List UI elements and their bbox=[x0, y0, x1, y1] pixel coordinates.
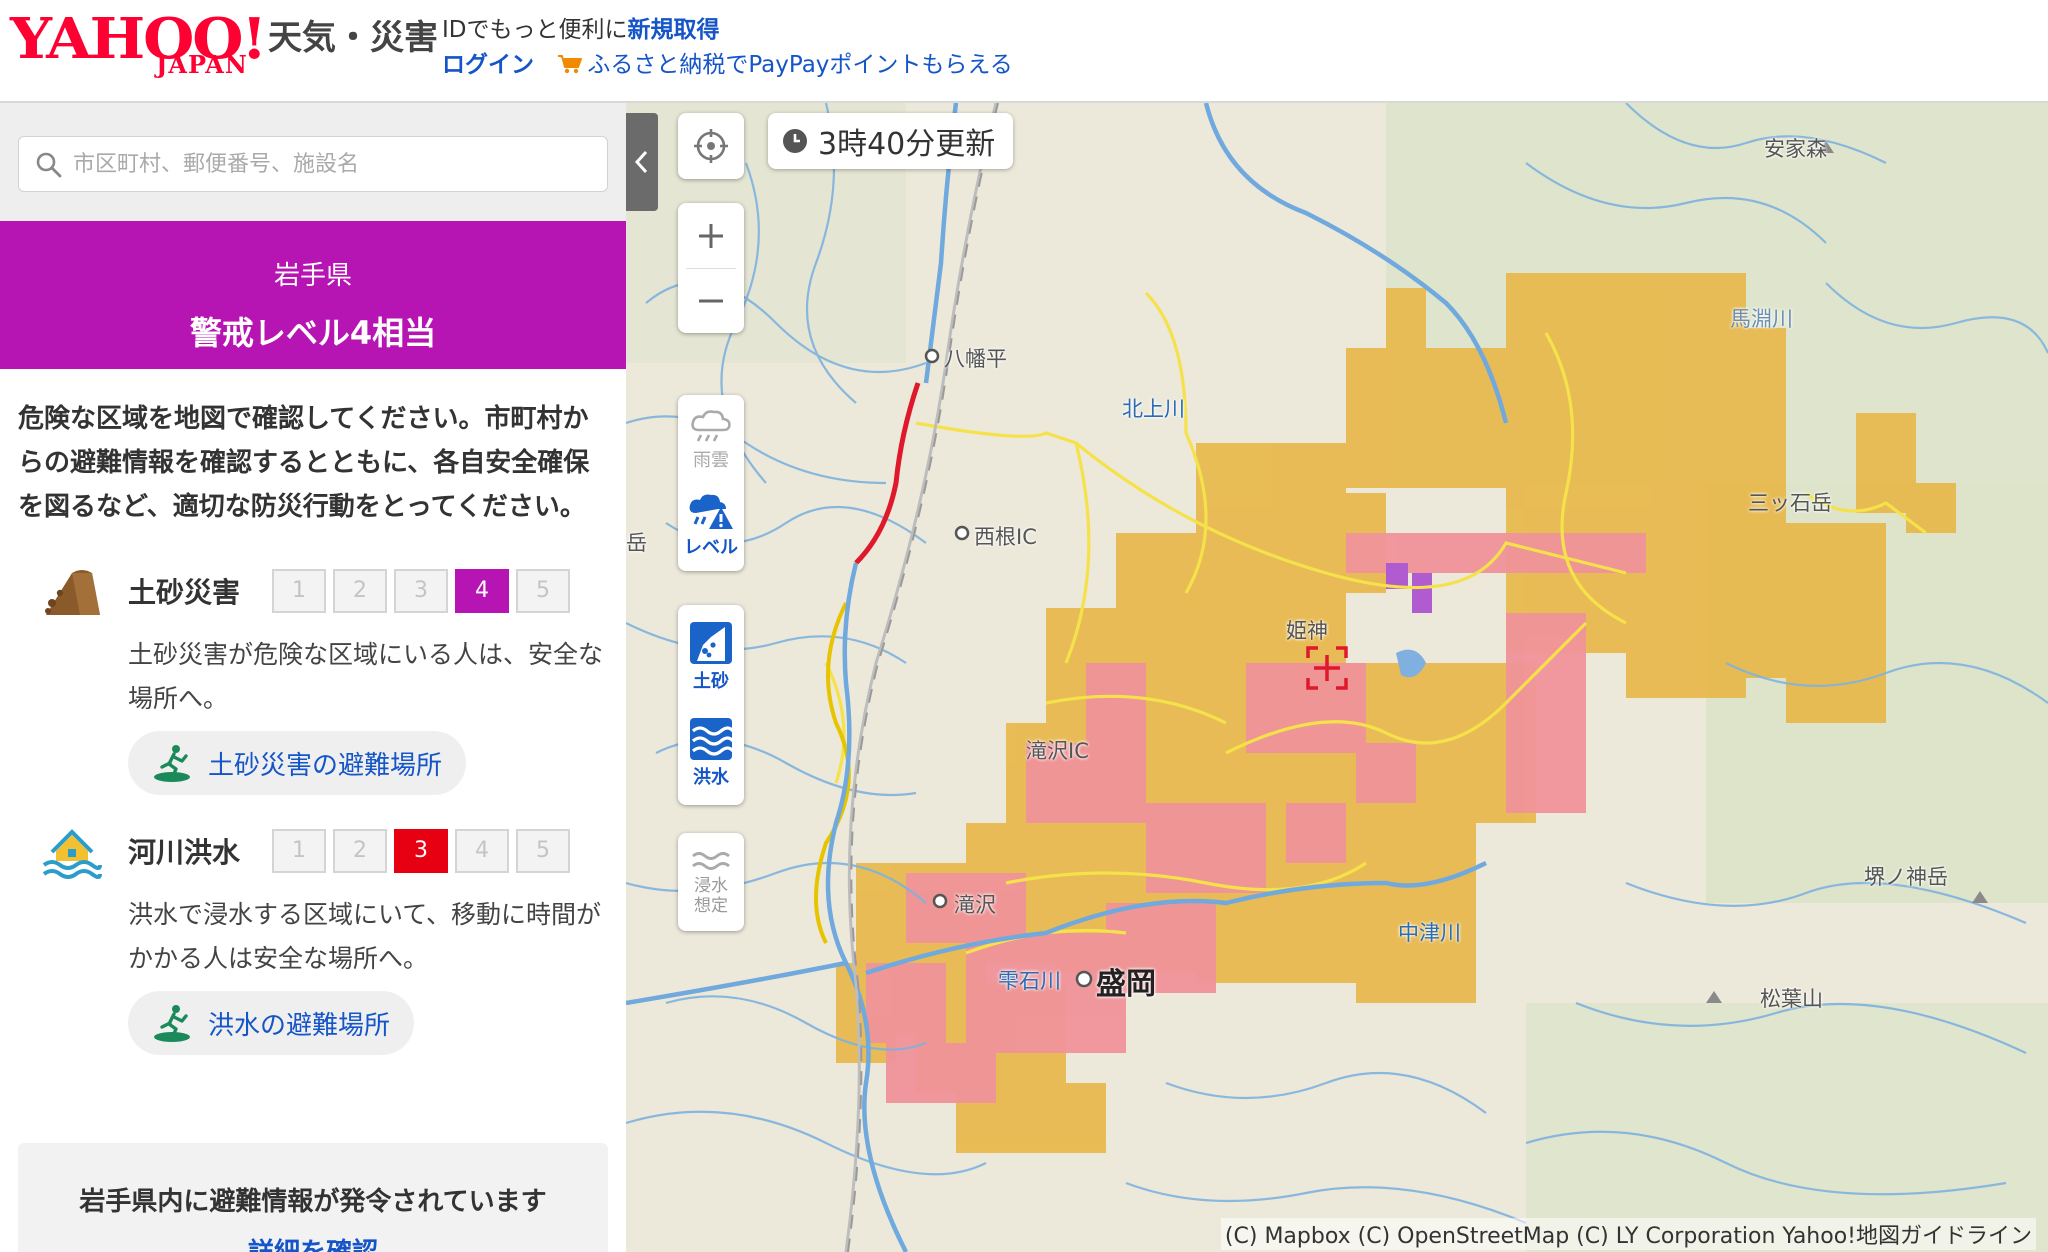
flood-level-4: 4 bbox=[455, 829, 509, 873]
flood-level-scale: 1 2 3 4 5 bbox=[272, 829, 570, 873]
yahoo-japan-logo[interactable]: YAHOO! JAPAN bbox=[10, 6, 267, 79]
flood-evacuation-label: 洪水の避難場所 bbox=[208, 1010, 391, 1041]
landslide-title: 土砂災害 bbox=[128, 576, 241, 609]
signup-link[interactable]: 新規取得 bbox=[628, 17, 720, 43]
warning-cloud-icon bbox=[689, 494, 733, 529]
map-label-shizukuishi-river: 雫石川 bbox=[998, 969, 1061, 993]
plus-icon bbox=[699, 223, 723, 248]
alert-banner: 岩手県 警戒レベル4相当 bbox=[0, 221, 626, 369]
search-icon bbox=[36, 152, 62, 178]
login-link[interactable]: ログイン bbox=[442, 52, 534, 78]
hazard-map[interactable]: 3時40分更新 雨雲 レベル 土砂 洪水 浸水想定 八幡平 北上川 西根IC 滝… bbox=[626, 103, 2048, 1252]
rain-cloud-layer-button[interactable]: 雨雲 bbox=[678, 397, 744, 483]
clock-icon bbox=[783, 129, 807, 153]
alert-level-label: 警戒レベル4相当 bbox=[189, 314, 437, 352]
rain-cloud-icon bbox=[691, 410, 731, 442]
landslide-level-3: 3 bbox=[394, 569, 448, 613]
landslide-level-scale: 1 2 3 4 5 bbox=[272, 569, 570, 613]
layer-control-weather: 雨雲 レベル bbox=[678, 395, 744, 571]
map-label-nishine-ic: 西根IC bbox=[974, 525, 1037, 549]
map-label-mitsuishi: 三ッ石岳 bbox=[1748, 491, 1832, 515]
landslide-layer-button[interactable]: 土砂 bbox=[678, 609, 744, 705]
map-label-hachimantai: 八幡平 bbox=[944, 347, 1007, 371]
map-label-mabechi-river: 馬淵川 bbox=[1730, 307, 1793, 331]
map-canvas bbox=[626, 103, 2048, 1252]
landslide-icon bbox=[45, 570, 100, 615]
sidebar: 岩手県 警戒レベル4相当 危険な区域を地図で確認してください。市町村からの避難情… bbox=[0, 103, 626, 1252]
layer-control-hazard: 土砂 洪水 bbox=[678, 605, 744, 805]
evacuation-details-link[interactable]: 詳細を確認 bbox=[18, 1218, 608, 1252]
landslide-evacuation-label: 土砂災害の避難場所 bbox=[208, 750, 443, 781]
landslide-description: 土砂災害が危険な区域にいる人は、安全な場所へ。 bbox=[128, 640, 604, 713]
site-header: YAHOO! JAPAN 天気・災害 IDでもっと便利に新規取得 ログイン ふる… bbox=[0, 0, 2048, 103]
flood-evacuation-button[interactable]: 洪水の避難場所 bbox=[128, 991, 415, 1055]
landslide-level-2: 2 bbox=[333, 569, 387, 613]
map-label-dake-edge: 岳 bbox=[626, 531, 647, 555]
flood-level-3-active: 3 bbox=[394, 829, 448, 873]
hazard-landslide: 土砂災害 1 2 3 4 5 土砂災害が危険な区域にいる人は、安全な場所へ。 土… bbox=[0, 529, 626, 795]
alert-level-layer-button[interactable]: レベル bbox=[678, 483, 744, 569]
flood-level-2: 2 bbox=[333, 829, 387, 873]
flood-level-1: 1 bbox=[272, 829, 326, 873]
map-label-kitakami-river: 北上川 bbox=[1122, 397, 1185, 421]
map-label-morioka: 盛岡 bbox=[1096, 967, 1156, 1002]
safety-notice: 危険な区域を地図で確認してください。市町村からの避難情報を確認するとともに、各自… bbox=[18, 404, 590, 522]
service-name[interactable]: 天気・災害 bbox=[268, 10, 438, 59]
alert-prefecture: 岩手県 bbox=[273, 261, 352, 291]
hazard-river-flood: 河川洪水 1 2 3 4 5 洪水で浸水する区域にいて、移動に時間がかかる人は安… bbox=[0, 789, 626, 1055]
map-label-himekami: 姫神 bbox=[1286, 619, 1328, 643]
header-links: ログイン ふるさと納税でPayPayポイントもらえる bbox=[442, 45, 1013, 79]
landslide-layer-label: 土砂 bbox=[693, 671, 729, 692]
evacuation-runner-icon bbox=[154, 1005, 190, 1042]
landslide-level-1: 1 bbox=[272, 569, 326, 613]
zoom-in-button[interactable] bbox=[678, 203, 744, 268]
zoom-control bbox=[678, 203, 744, 333]
evacuation-info-text: 岩手県内に避難情報が発令されています bbox=[79, 1187, 547, 1217]
furusato-promo-link[interactable]: ふるさと納税でPayPayポイントもらえる bbox=[587, 52, 1012, 78]
flood-layer-button[interactable]: 洪水 bbox=[678, 705, 744, 801]
header-id-prompt: IDでもっと便利に新規取得 bbox=[442, 10, 720, 44]
map-label-takizawa-ic: 滝沢IC bbox=[1026, 739, 1089, 763]
minus-icon bbox=[699, 299, 723, 302]
evacuation-info-box: 岩手県内に避難情報が発令されています 詳細を確認 bbox=[18, 1143, 608, 1252]
search-area bbox=[0, 103, 626, 221]
landslide-layer-icon bbox=[690, 622, 732, 664]
search-box[interactable] bbox=[18, 136, 608, 192]
landslide-level-5: 5 bbox=[516, 569, 570, 613]
sidebar-collapse-toggle[interactable] bbox=[626, 113, 658, 211]
flood-title: 河川洪水 bbox=[128, 836, 241, 869]
rain-cloud-label: 雨雲 bbox=[693, 450, 729, 471]
flood-layer-icon bbox=[690, 718, 733, 760]
map-label-sakai-kamisaki: 堺ノ神岳 bbox=[1864, 865, 1948, 889]
flood-description: 洪水で浸水する区域にいて、移動に時間がかかる人は安全な場所へ。 bbox=[128, 900, 602, 973]
flood-level-5: 5 bbox=[516, 829, 570, 873]
map-label-anja-mori: 安家森 bbox=[1764, 137, 1827, 161]
update-time-badge: 3時40分更新 bbox=[768, 113, 1014, 169]
current-location-button[interactable] bbox=[678, 113, 744, 179]
map-attribution[interactable]: (C) Mapbox (C) OpenStreetMap (C) LY Corp… bbox=[1220, 1218, 2036, 1250]
shopping-cart-icon bbox=[558, 55, 583, 74]
evacuation-runner-icon bbox=[154, 745, 190, 782]
landslide-level-4-active: 4 bbox=[455, 569, 509, 613]
logo-japan-text: JAPAN bbox=[156, 50, 248, 79]
inundation-wave-icon bbox=[692, 852, 730, 870]
landslide-evacuation-button[interactable]: 土砂災害の避難場所 bbox=[128, 731, 467, 795]
current-location-control bbox=[678, 113, 744, 179]
inundation-layer-label: 浸水想定 bbox=[694, 876, 728, 916]
map-label-mt-matsuba: 松葉山 bbox=[1760, 987, 1823, 1011]
update-time-text: 3時40分更新 bbox=[818, 127, 996, 162]
flood-layer-label: 洪水 bbox=[693, 767, 729, 788]
zoom-out-button[interactable] bbox=[678, 268, 744, 333]
search-input[interactable] bbox=[73, 137, 593, 191]
flood-house-icon bbox=[42, 829, 102, 879]
id-prompt-text: IDでもっと便利に bbox=[442, 17, 628, 43]
inundation-layer-button[interactable]: 浸水想定 bbox=[678, 835, 744, 929]
crosshair-icon bbox=[694, 129, 728, 163]
layer-control-inundation: 浸水想定 bbox=[678, 833, 744, 931]
map-label-nakatsu-river: 中津川 bbox=[1398, 921, 1461, 945]
chevron-left-icon bbox=[634, 150, 648, 174]
alert-level-label-control: レベル bbox=[684, 537, 738, 558]
map-label-takizawa: 滝沢 bbox=[954, 893, 996, 917]
